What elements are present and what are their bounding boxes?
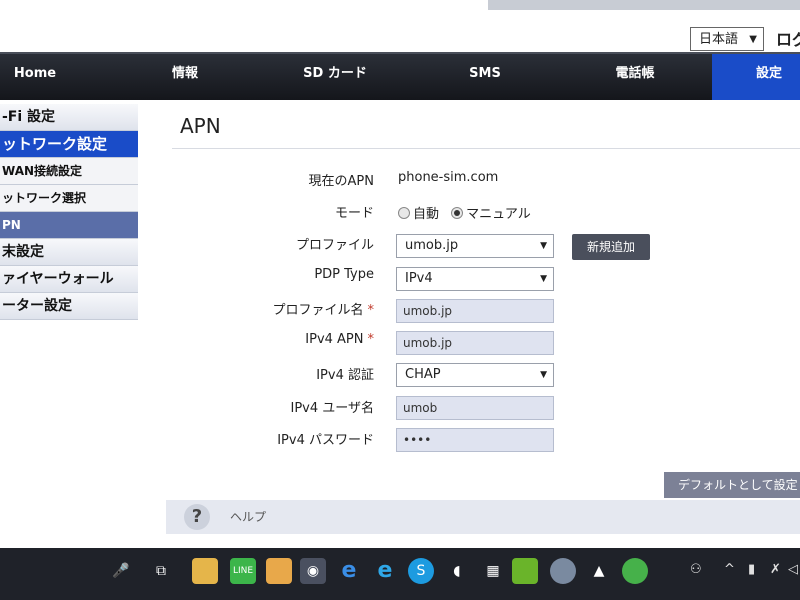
- pin-icon[interactable]: ✗: [770, 562, 781, 577]
- top-bar: 日本語 ▼ ログ: [0, 0, 800, 52]
- app-icon[interactable]: ◖: [444, 558, 470, 584]
- required-mark: *: [367, 303, 375, 318]
- app-onigiri-icon[interactable]: ▲: [586, 558, 612, 584]
- profile-select[interactable]: umob.jp ▼: [396, 234, 554, 258]
- sidebar-item-wifi[interactable]: -Fi 設定: [0, 104, 138, 131]
- task-view-icon[interactable]: ⧉: [148, 558, 174, 584]
- required-mark: *: [367, 332, 375, 347]
- mode-auto-radio[interactable]: 自動: [398, 207, 439, 222]
- help-label[interactable]: ヘルプ: [230, 508, 266, 525]
- nav-info[interactable]: 情報: [140, 54, 230, 100]
- ie-icon[interactable]: e: [372, 558, 398, 584]
- sidebar-item-firewall[interactable]: ァイヤーウォール: [0, 266, 138, 293]
- ipv4-user-input[interactable]: umob: [396, 396, 554, 420]
- mode-label: モード: [334, 206, 374, 221]
- line-icon[interactable]: LINE: [230, 558, 256, 584]
- profile-select-value: umob.jp: [405, 238, 459, 253]
- microphone-icon[interactable]: 🎤: [108, 558, 134, 584]
- ipv4-auth-label: IPv4 認証: [316, 368, 374, 383]
- chevron-up-icon[interactable]: ^: [724, 562, 735, 577]
- sidebar-item-network[interactable]: ットワーク設定: [0, 131, 138, 158]
- top-strip: [488, 0, 800, 10]
- settings-sidebar: -Fi 設定 ットワーク設定 WAN接続設定 ットワーク選択 PN 末設定 ァイ…: [0, 104, 138, 320]
- main-nav: Home 情報 SD カード SMS 電話帳 設定: [0, 52, 800, 100]
- nav-sms[interactable]: SMS: [440, 54, 530, 100]
- sidebar-item-wan[interactable]: WAN接続設定: [0, 158, 138, 185]
- sidebar-item-network-select[interactable]: ットワーク選択: [0, 185, 138, 212]
- ipv4-apn-label-text: IPv4 APN: [305, 332, 364, 347]
- sidebar-item-router[interactable]: ーター設定: [0, 293, 138, 320]
- mode-manual-label: マニュアル: [466, 207, 531, 222]
- language-value: 日本語: [699, 32, 739, 47]
- skype-icon[interactable]: S: [408, 558, 434, 584]
- page-title: APN: [180, 114, 221, 138]
- chevron-down-icon: ▼: [540, 274, 547, 284]
- ipv4-password-input[interactable]: ••••: [396, 428, 554, 452]
- network-icon[interactable]: ▮: [748, 562, 755, 577]
- title-divider: [172, 148, 800, 149]
- chrome-icon[interactable]: ◉: [300, 558, 326, 584]
- radio-checked-icon: [451, 207, 464, 219]
- ipv4-auth-select[interactable]: CHAP ▼: [396, 363, 554, 387]
- help-icon[interactable]: ?: [184, 504, 210, 530]
- profile-name-label-text: プロファイル名: [272, 303, 364, 318]
- nav-phonebook[interactable]: 電話帳: [590, 54, 680, 100]
- ipv4-password-label: IPv4 パスワード: [277, 433, 374, 448]
- ipv4-apn-label: IPv4 APN *: [174, 332, 374, 347]
- language-select[interactable]: 日本語 ▼: [690, 27, 764, 51]
- nav-settings[interactable]: 設定: [712, 54, 800, 100]
- current-apn-label: 現在のAPN: [308, 174, 374, 189]
- people-icon[interactable]: ⚇: [690, 562, 702, 577]
- help-bar: ? ヘルプ: [166, 500, 800, 534]
- sidebar-item-device[interactable]: 末設定: [0, 239, 138, 266]
- mode-auto-label: 自動: [413, 207, 440, 222]
- app-green-icon[interactable]: [512, 558, 538, 584]
- nav-sd-card[interactable]: SD カード: [290, 54, 380, 100]
- sidebar-item-apn[interactable]: PN: [0, 212, 138, 239]
- logout-link[interactable]: ログ: [776, 26, 800, 50]
- file-explorer-icon[interactable]: [192, 558, 218, 584]
- calculator-icon[interactable]: ▦: [480, 558, 506, 584]
- new-profile-button[interactable]: 新規追加: [572, 234, 650, 260]
- mode-manual-radio[interactable]: マニュアル: [451, 207, 531, 222]
- chevron-down-icon: ▼: [540, 241, 547, 251]
- volume-icon[interactable]: ◁: [788, 562, 798, 577]
- pdp-type-select[interactable]: IPv4 ▼: [396, 267, 554, 291]
- app-circle-icon[interactable]: [550, 558, 576, 584]
- radio-icon: [398, 207, 410, 219]
- ipv4-apn-input[interactable]: umob.jp: [396, 331, 554, 355]
- edge-icon[interactable]: e: [336, 558, 362, 584]
- profile-label: プロファイル: [295, 238, 374, 253]
- wechat-icon[interactable]: [622, 558, 648, 584]
- chevron-down-icon: ▼: [540, 370, 547, 380]
- chevron-down-icon: ▼: [749, 34, 757, 45]
- nav-home[interactable]: Home: [0, 54, 70, 100]
- pdp-type-value: IPv4: [405, 271, 433, 286]
- mode-radio-group: 自動 マニュアル: [398, 203, 531, 222]
- set-default-button[interactable]: デフォルトとして設定: [664, 472, 800, 498]
- taskbar: 🎤 ⧉ LINE ◉ e e S ◖ ▦ ▲ ⚇ ^ ▮ ✗ ◁: [0, 548, 800, 600]
- ipv4-user-label: IPv4 ユーザ名: [290, 401, 374, 416]
- photo-app-icon[interactable]: [266, 558, 292, 584]
- pdp-type-label: PDP Type: [314, 267, 374, 282]
- profile-name-label: プロファイル名 *: [174, 299, 374, 318]
- ipv4-auth-value: CHAP: [405, 367, 441, 382]
- profile-name-input[interactable]: umob.jp: [396, 299, 554, 323]
- current-apn-value: phone-sim.com: [398, 170, 499, 185]
